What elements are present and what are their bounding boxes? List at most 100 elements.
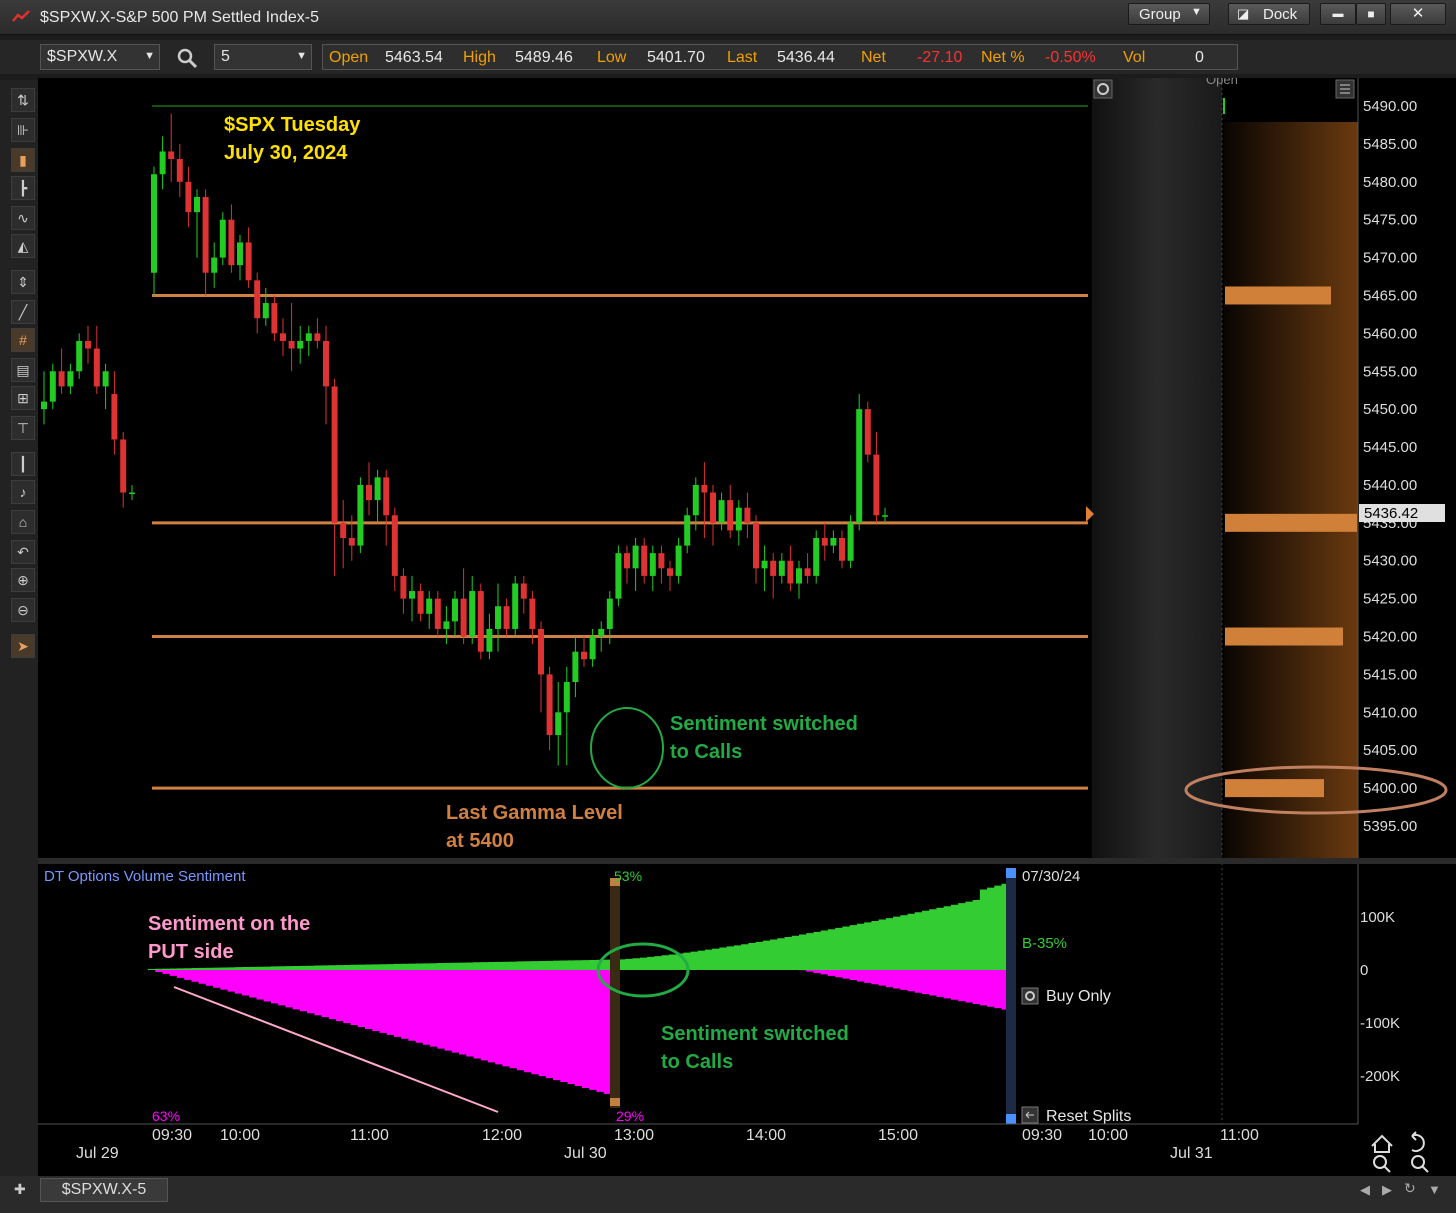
- candle-body: [495, 606, 501, 629]
- candle-body: [864, 409, 871, 455]
- grid-icon[interactable]: #: [11, 328, 35, 352]
- reset-splits-label[interactable]: Reset Splits: [1046, 1108, 1131, 1125]
- chart-svg[interactable]: Open 5490.00 5485.00 5480.00 5475.00 5470.00…: [38, 72, 1456, 1176]
- volume-icon[interactable]: ⇕: [11, 270, 35, 294]
- bracket-icon[interactable]: ⊤: [11, 416, 35, 440]
- open-label: Open: [329, 49, 369, 66]
- pointer-icon[interactable]: ➤: [11, 634, 35, 658]
- candle-body: [667, 568, 673, 576]
- candle-body: [477, 591, 484, 652]
- table-icon[interactable]: ▤: [11, 358, 35, 382]
- candle-body: [882, 515, 888, 517]
- price-tick-label: 5445.00: [1363, 439, 1417, 456]
- price-sentiment-note-line2: to Calls: [670, 741, 742, 763]
- price-tick-label: 5460.00: [1363, 325, 1417, 342]
- line-chart-icon[interactable]: ∿: [11, 206, 35, 230]
- candle-body: [778, 560, 785, 576]
- crosshair-grid-icon[interactable]: ⊞: [11, 386, 35, 410]
- gear-icon[interactable]: [1093, 79, 1113, 99]
- reset-splits-icon[interactable]: [1021, 1106, 1039, 1124]
- scroll-right-icon[interactable]: ▶: [1382, 1182, 1392, 1198]
- candle-body: [520, 583, 527, 599]
- undo-icon[interactable]: ↶: [11, 540, 35, 564]
- put-note-line1: Sentiment on the: [148, 913, 310, 935]
- candle-body: [710, 492, 716, 523]
- home-icon[interactable]: ⌂: [11, 510, 35, 534]
- candle-body: [615, 553, 622, 599]
- candle-body: [288, 340, 295, 349]
- pane-separator[interactable]: [38, 858, 1456, 864]
- interval-dropdown-icon[interactable]: ▼: [296, 50, 307, 62]
- candle-body: [271, 303, 278, 334]
- refresh-icon[interactable]: ↻: [1404, 1180, 1416, 1197]
- add-tab-icon[interactable]: ✚: [14, 1181, 26, 1198]
- pin-icon[interactable]: ┃: [11, 452, 35, 476]
- candle-body: [589, 636, 596, 660]
- symbol-input[interactable]: $SPXW.X ▼: [40, 44, 160, 70]
- scroll-left-icon[interactable]: ◀: [1360, 1182, 1370, 1198]
- candle-body: [787, 560, 794, 584]
- price-tick-label: 5410.00: [1363, 704, 1417, 721]
- buy-only-label[interactable]: Buy Only: [1046, 988, 1111, 1005]
- chart-title-line2: July 30, 2024: [224, 142, 348, 164]
- tab-spxw-5[interactable]: $SPXW.X-5: [40, 1178, 168, 1202]
- candle-body: [219, 219, 226, 258]
- close-button[interactable]: ✕: [1390, 3, 1446, 25]
- candle-body: [194, 196, 200, 213]
- current-marker-top: [1006, 868, 1016, 878]
- candle-body: [168, 151, 175, 160]
- tabs-menu-icon[interactable]: ▼: [1428, 1182, 1441, 1197]
- zoom-out-icon[interactable]: ⊖: [11, 598, 35, 622]
- trendline-icon[interactable]: ╱: [11, 300, 35, 324]
- price-tick-label: 5425.00: [1363, 591, 1417, 608]
- candle-body: [529, 598, 536, 629]
- price-tick-label: 5400.00: [1363, 780, 1417, 797]
- cursor-crosshair-icon[interactable]: ⇅: [11, 88, 35, 112]
- date-label: Jul 30: [564, 1145, 607, 1162]
- pct-left: 63%: [152, 1108, 180, 1124]
- candle-body: [460, 598, 467, 637]
- sound-icon[interactable]: ♪: [11, 480, 35, 504]
- candle-body: [85, 340, 91, 349]
- group-button[interactable]: Group ▼: [1128, 3, 1210, 25]
- price-tick-label: 5420.00: [1363, 629, 1417, 646]
- candle-body: [701, 484, 708, 493]
- symbol-dropdown-icon[interactable]: ▼: [144, 50, 155, 62]
- candlestick-icon[interactable]: ▮: [11, 148, 35, 172]
- candle-body: [391, 515, 398, 576]
- candle-body: [873, 454, 880, 516]
- menu-icon[interactable]: [1335, 79, 1355, 99]
- candle-body: [830, 538, 837, 546]
- quote-strip: Open 5463.54 High 5489.46 Low 5401.70 La…: [322, 44, 1238, 70]
- minimize-button[interactable]: ▬: [1320, 3, 1356, 25]
- dock-button[interactable]: ◪ Dock: [1228, 3, 1310, 25]
- candle-body: [761, 560, 768, 569]
- candle-body: [331, 386, 338, 523]
- interval-select[interactable]: 5 ▼: [214, 44, 312, 70]
- search-icon[interactable]: [176, 47, 198, 69]
- chart-area[interactable]: Open 5490.00 5485.00 5480.00 5475.00 5470.00…: [38, 72, 1456, 1176]
- candle-body: [649, 553, 656, 576]
- bar-style-icon[interactable]: ⊪: [11, 118, 35, 142]
- gamma-profile-bar: [1225, 627, 1343, 646]
- candle-body: [400, 575, 407, 599]
- candle-body: [486, 628, 493, 652]
- ohlc-bar-icon[interactable]: ┣: [11, 176, 35, 200]
- app-logo-icon: [12, 10, 30, 22]
- time-label: 10:00: [220, 1127, 260, 1144]
- candle-body: [41, 401, 47, 410]
- maximize-icon: ■: [1367, 7, 1375, 21]
- net-label: Net: [861, 49, 886, 66]
- candle-body: [452, 598, 458, 622]
- buy-only-gear-icon[interactable]: [1021, 987, 1039, 1005]
- candle-body: [228, 219, 235, 266]
- candle-body: [469, 591, 476, 637]
- time-label: 11:00: [350, 1127, 389, 1144]
- dock-label: Dock: [1263, 6, 1298, 23]
- zoom-in-icon[interactable]: ⊕: [11, 568, 35, 592]
- price-tick-label: 5415.00: [1363, 666, 1417, 683]
- time-label: 14:00: [746, 1127, 786, 1144]
- price-tick-label: 5455.00: [1363, 363, 1417, 380]
- area-chart-icon[interactable]: ◭: [11, 234, 35, 258]
- maximize-button[interactable]: ■: [1356, 3, 1386, 25]
